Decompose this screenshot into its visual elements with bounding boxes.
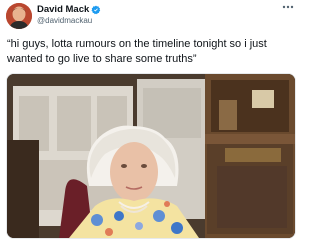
avatar[interactable] [6, 3, 32, 29]
verified-badge-icon [91, 5, 101, 15]
author-handle[interactable]: @davidmackau [37, 16, 92, 26]
display-name[interactable]: David Mack [37, 4, 89, 16]
tweet-text: “hi guys, lotta rumours on the timeline … [7, 38, 267, 65]
more-options-icon[interactable] [281, 2, 295, 12]
tweet-media-photo[interactable] [6, 73, 296, 239]
author-name-row: David Mack [37, 4, 101, 16]
media-image [7, 74, 295, 238]
avatar-photo [6, 3, 32, 29]
tweet-card: David Mack @davidmackau “hi guys, lotta … [0, 0, 300, 241]
